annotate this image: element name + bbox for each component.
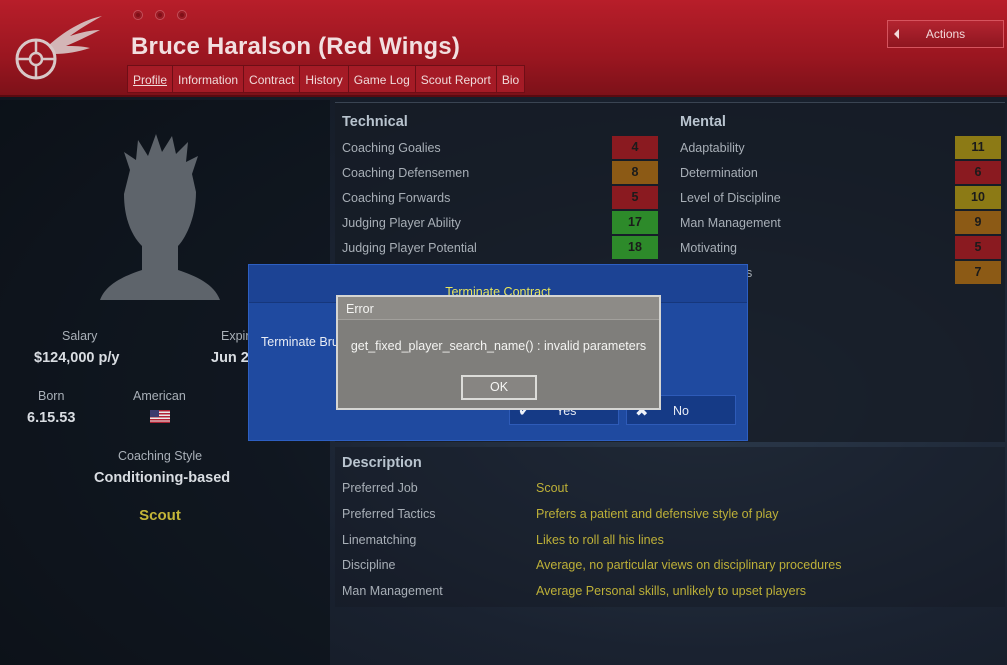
description-key: Linematching — [342, 532, 417, 547]
profile-tabs: Profile Information Contract History Gam… — [127, 65, 526, 93]
caret-left-icon — [894, 29, 899, 39]
description-row: Preferred Job Scout — [335, 475, 1005, 501]
description-row: Preferred Tactics Prefers a patient and d… — [335, 501, 1005, 527]
error-message: get_fixed_player_search_name() : invalid… — [350, 339, 647, 353]
player-header: Bruce Haralson (Red Wings) Profile Infor… — [0, 0, 1007, 97]
description-key: Preferred Tactics — [342, 506, 436, 521]
salary-label: Salary — [62, 329, 98, 343]
attribute-row: Judging Player Ability 17 — [335, 210, 658, 235]
actions-label: Actions — [925, 27, 966, 41]
mental-heading: Mental — [680, 114, 726, 130]
attribute-value: 6 — [955, 161, 1001, 184]
tab-scout-report[interactable]: Scout Report — [414, 65, 497, 93]
tab-history[interactable]: History — [299, 65, 349, 93]
attribute-row: Level of Discipline 10 — [673, 185, 1001, 210]
error-title: Error — [346, 302, 374, 316]
attribute-name: Determination — [680, 165, 758, 180]
expiry-value: Jun 2 — [211, 350, 249, 366]
attribute-row: Man Management 9 — [673, 210, 1001, 235]
coaching-style-label: Coaching Style — [118, 449, 203, 463]
red-wings-logo — [15, 16, 102, 80]
expiry-label: Expir — [221, 329, 250, 343]
attribute-name: Coaching Defensemen — [342, 165, 470, 180]
attribute-value: 4 — [612, 136, 658, 159]
nationality-label: American — [133, 389, 186, 403]
description-value: Average Personal skills, unlikely to ups… — [536, 584, 807, 599]
description-row: Man Management Average Personal skills, u… — [335, 578, 1005, 604]
description-value: Prefers a patient and defensive style of… — [536, 506, 779, 521]
error-dialog: Error get_fixed_player_search_name() : i… — [336, 295, 661, 410]
attribute-row: Coaching Forwards 5 — [335, 185, 658, 210]
description-heading: Description — [342, 455, 422, 471]
born-value: 6.15.53 — [27, 410, 76, 426]
window-controls — [133, 10, 187, 20]
attribute-row: Coaching Goalies 4 — [335, 135, 658, 160]
attribute-name: Judging Player Potential — [342, 240, 477, 255]
role-value: Scout — [139, 507, 181, 524]
player-silhouette-icon — [100, 134, 220, 300]
description-value: Scout — [536, 481, 568, 495]
attribute-value: 5 — [955, 236, 1001, 259]
attribute-name: Level of Discipline — [680, 190, 781, 205]
tab-bio[interactable]: Bio — [495, 65, 526, 93]
tab-contract[interactable]: Contract — [243, 65, 301, 93]
technical-heading: Technical — [342, 114, 408, 130]
attribute-row: Judging Player Potential 18 — [335, 235, 658, 260]
attribute-name: Adaptability — [680, 140, 745, 155]
attribute-value: 18 — [612, 236, 658, 259]
born-label: Born — [38, 389, 65, 403]
attribute-row: Motivating 5 — [673, 235, 1001, 260]
error-title-bar: Error — [338, 297, 659, 320]
attribute-name: Coaching Goalies — [342, 140, 441, 155]
window-dot-icon[interactable] — [155, 10, 165, 20]
coaching-style-value: Conditioning-based — [94, 470, 231, 486]
tab-profile[interactable]: Profile — [127, 65, 174, 93]
description-value: Average, no particular views on discipli… — [536, 558, 842, 573]
actions-button[interactable]: Actions — [887, 20, 1004, 48]
description-key: Preferred Job — [342, 481, 418, 495]
attribute-name: Man Management — [680, 215, 781, 230]
no-label: No — [673, 404, 689, 418]
attribute-value: 9 — [955, 211, 1001, 234]
window-dot-icon[interactable] — [177, 10, 187, 20]
description-value: Likes to roll all his lines — [536, 532, 664, 547]
attribute-value: 7 — [955, 261, 1001, 284]
attribute-name: Coaching Forwards — [342, 190, 451, 205]
description-key: Man Management — [342, 584, 443, 599]
description-row: Linematching Likes to roll all his lines — [335, 527, 1005, 553]
attribute-row: Coaching Defensemen 8 — [335, 160, 658, 185]
attribute-row: Determination 6 — [673, 160, 1001, 185]
attribute-name: Motivating — [680, 240, 737, 255]
attribute-value: 5 — [612, 186, 658, 209]
description-row: Discipline Average, no particular views o… — [335, 552, 1005, 578]
attribute-name: Judging Player Ability — [342, 215, 461, 230]
description-panel: Description Preferred Job Scout Preferred … — [335, 447, 1005, 607]
salary-value: $124,000 p/y — [34, 350, 120, 366]
attribute-row: Adaptability 11 — [673, 135, 1001, 160]
tab-information[interactable]: Information — [172, 65, 245, 93]
page-title: Bruce Haralson (Red Wings) — [131, 33, 461, 60]
attribute-value: 11 — [955, 136, 1001, 159]
description-key: Discipline — [342, 558, 396, 573]
us-flag-icon — [150, 410, 170, 423]
attribute-value: 17 — [612, 211, 658, 234]
window-dot-icon[interactable] — [133, 10, 143, 20]
tab-game-log[interactable]: Game Log — [347, 65, 416, 93]
attribute-value: 10 — [955, 186, 1001, 209]
attribute-value: 8 — [612, 161, 658, 184]
dialog-message: Terminate Bru — [261, 335, 339, 349]
ok-button[interactable]: OK — [461, 375, 537, 400]
